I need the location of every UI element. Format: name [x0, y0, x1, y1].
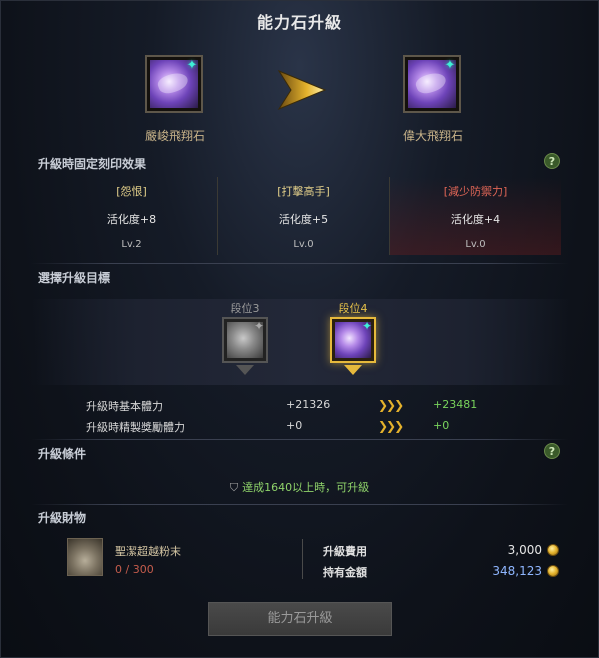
cost-label: 升級費用: [323, 545, 367, 558]
tier-4-slot[interactable]: ✦: [330, 317, 376, 363]
vertical-divider: [302, 539, 303, 579]
stat-next: +0: [433, 419, 450, 432]
condition-text-row: ⛉ 達成1640以上時，可升級: [1, 479, 598, 495]
section-divider: [31, 504, 568, 505]
lock-icon: ⛉: [229, 481, 239, 494]
effect-name: [減少防禦力]: [443, 185, 508, 198]
upgrade-arrow-icon: [277, 69, 327, 111]
stat-current: +21326: [286, 398, 331, 411]
tier-label: 段位3: [230, 302, 260, 315]
effect-level: Lv.0: [293, 239, 314, 250]
effect-value: 活化度+4: [450, 213, 501, 226]
section-divider: [31, 439, 568, 440]
materials-section-title: 升級財物: [38, 511, 87, 525]
gem-slot-icon: ✦: [361, 319, 372, 333]
stat-next: +23481: [433, 398, 478, 411]
effect-value: 活化度+8: [106, 213, 157, 226]
effect-name: [打擊高手]: [277, 185, 330, 198]
stat-label: 升級時基本體力: [86, 400, 163, 413]
tier-pointer-icon: [344, 365, 362, 375]
material-powder-icon[interactable]: [67, 538, 103, 576]
material-count: 0 / 300: [115, 563, 154, 576]
owned-value: 348,123: [492, 564, 542, 578]
effects-section-title: 升級時固定刻印效果: [38, 157, 147, 171]
target-stone-icon[interactable]: ✦: [403, 55, 461, 113]
cost-value: 3,000: [507, 543, 542, 557]
current-stone-icon[interactable]: ✦: [145, 55, 203, 113]
stat-current: +0: [286, 419, 303, 432]
effect-level: Lv.2: [121, 239, 142, 250]
effect-card: [打擊高手] 活化度+5 Lv.0: [217, 177, 389, 255]
stat-row: 升級時基本體力 +21326 ❯❯❯ +23481: [86, 398, 516, 416]
effect-level: Lv.0: [465, 239, 486, 250]
tier-select-strip: [31, 299, 571, 385]
effect-card-negative: [減少防禦力] 活化度+4 Lv.0: [389, 177, 561, 255]
condition-section-title: 升級條件: [38, 447, 87, 461]
tier-3-slot[interactable]: ✦: [222, 317, 268, 363]
gold-coin-icon: [547, 544, 559, 556]
engraving-effects: [怨恨] 活化度+8 Lv.2 [打擊高手] 活化度+5 Lv.0 [減少防禦力…: [46, 177, 561, 255]
tier-label-selected: 段位4: [338, 302, 368, 315]
owned-label: 持有金額: [323, 566, 367, 579]
target-section-title: 選擇升級目標: [38, 271, 111, 285]
help-icon[interactable]: ?: [544, 443, 560, 459]
chevron-right-icon: ❯❯❯: [378, 419, 404, 433]
stat-label: 升級時精製獎勵體力: [86, 421, 185, 434]
current-stone-name: 嚴峻飛翔石: [144, 129, 205, 143]
effect-card: [怨恨] 活化度+8 Lv.2: [46, 177, 217, 255]
condition-text: 達成1640以上時，可升級: [242, 481, 370, 494]
upgrade-window: 能力石升級 ✦ 嚴峻飛翔石 ✦ 偉大飛翔石 升級時固定刻印效果 ? [怨恨] 活…: [0, 0, 599, 658]
upgrade-button[interactable]: 能力石升級: [208, 602, 392, 636]
window-title: 能力石升級: [256, 13, 342, 32]
section-divider: [31, 263, 568, 264]
gem-slot-icon: ✦: [186, 58, 198, 73]
tier-pointer-icon: [236, 365, 254, 375]
gem-slot-icon: ✦: [444, 58, 456, 73]
effect-name: [怨恨]: [116, 185, 147, 198]
effect-value: 活化度+5: [278, 213, 329, 226]
chevron-right-icon: ❯❯❯: [378, 398, 404, 412]
target-stone-name: 偉大飛翔石: [402, 129, 463, 143]
material-name: 聖潔超越粉末: [115, 545, 181, 558]
stat-row: 升級時精製獎勵體力 +0 ❯❯❯ +0: [86, 419, 516, 437]
gem-slot-icon: ✦: [253, 319, 264, 333]
gold-coin-icon: [547, 565, 559, 577]
help-icon[interactable]: ?: [544, 153, 560, 169]
